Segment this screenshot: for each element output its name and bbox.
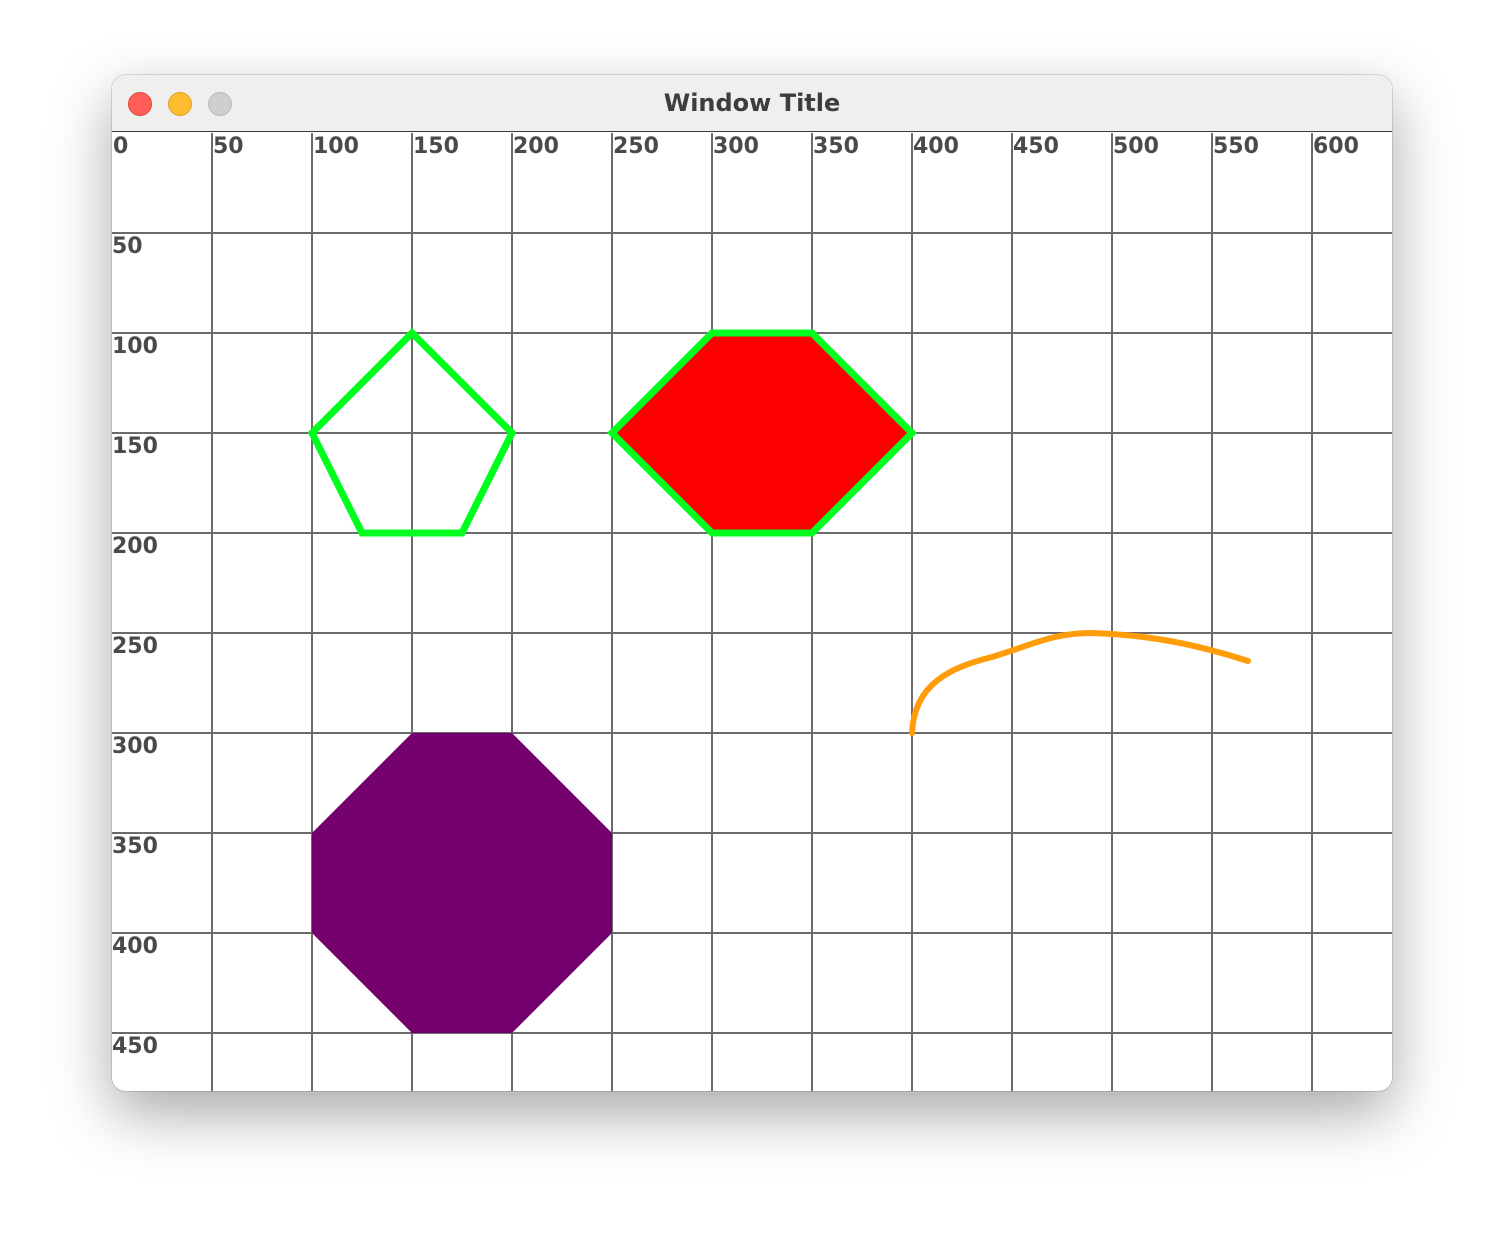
x-tick-label: 250 (613, 134, 659, 159)
y-tick-label: 100 (112, 334, 158, 359)
x-tick-label: 550 (1213, 134, 1259, 159)
canvas-svg: 0 50 100 150 200 250 300 350 400 450 500 550 600 50 10… (112, 133, 1392, 1091)
axis-labels: 0 50 100 150 200 250 300 350 400 450 500 550 600 50 10… (112, 134, 1359, 1059)
drawing-canvas[interactable]: 0 50 100 150 200 250 300 350 400 450 500 550 600 50 10… (112, 133, 1392, 1091)
y-tick-label: 50 (112, 234, 143, 259)
y-tick-label: 350 (112, 834, 158, 859)
x-tick-label: 150 (413, 134, 459, 159)
octagon-shape (312, 733, 612, 1033)
shapes (307, 328, 1251, 1033)
y-tick-label: 300 (112, 734, 158, 759)
x-tick-label: 350 (813, 134, 859, 159)
app-window: Window Title 0 50 100 150 200 250 300 350 400 450… (112, 75, 1392, 1091)
x-tick-label: 200 (513, 134, 559, 159)
x-tick-label: 450 (1013, 134, 1059, 159)
arc-shape (909, 629, 1251, 736)
grid (112, 133, 1392, 1091)
y-tick-label: 250 (112, 634, 158, 659)
x-tick-label: 300 (713, 134, 759, 159)
title-bar[interactable]: Window Title (112, 75, 1392, 132)
y-tick-label: 150 (112, 434, 158, 459)
x-tick-label: 600 (1313, 134, 1359, 159)
window-title: Window Title (663, 89, 841, 117)
y-tick-label: 450 (112, 1034, 158, 1059)
x-tick-label: 500 (1113, 134, 1159, 159)
x-tick-label: 100 (313, 134, 359, 159)
x-tick-label: 0 (113, 134, 128, 159)
y-tick-label: 200 (112, 534, 158, 559)
x-tick-label: 50 (213, 134, 244, 159)
y-tick-label: 400 (112, 934, 158, 959)
x-tick-label: 400 (913, 134, 959, 159)
hexagon-shape (607, 329, 917, 537)
